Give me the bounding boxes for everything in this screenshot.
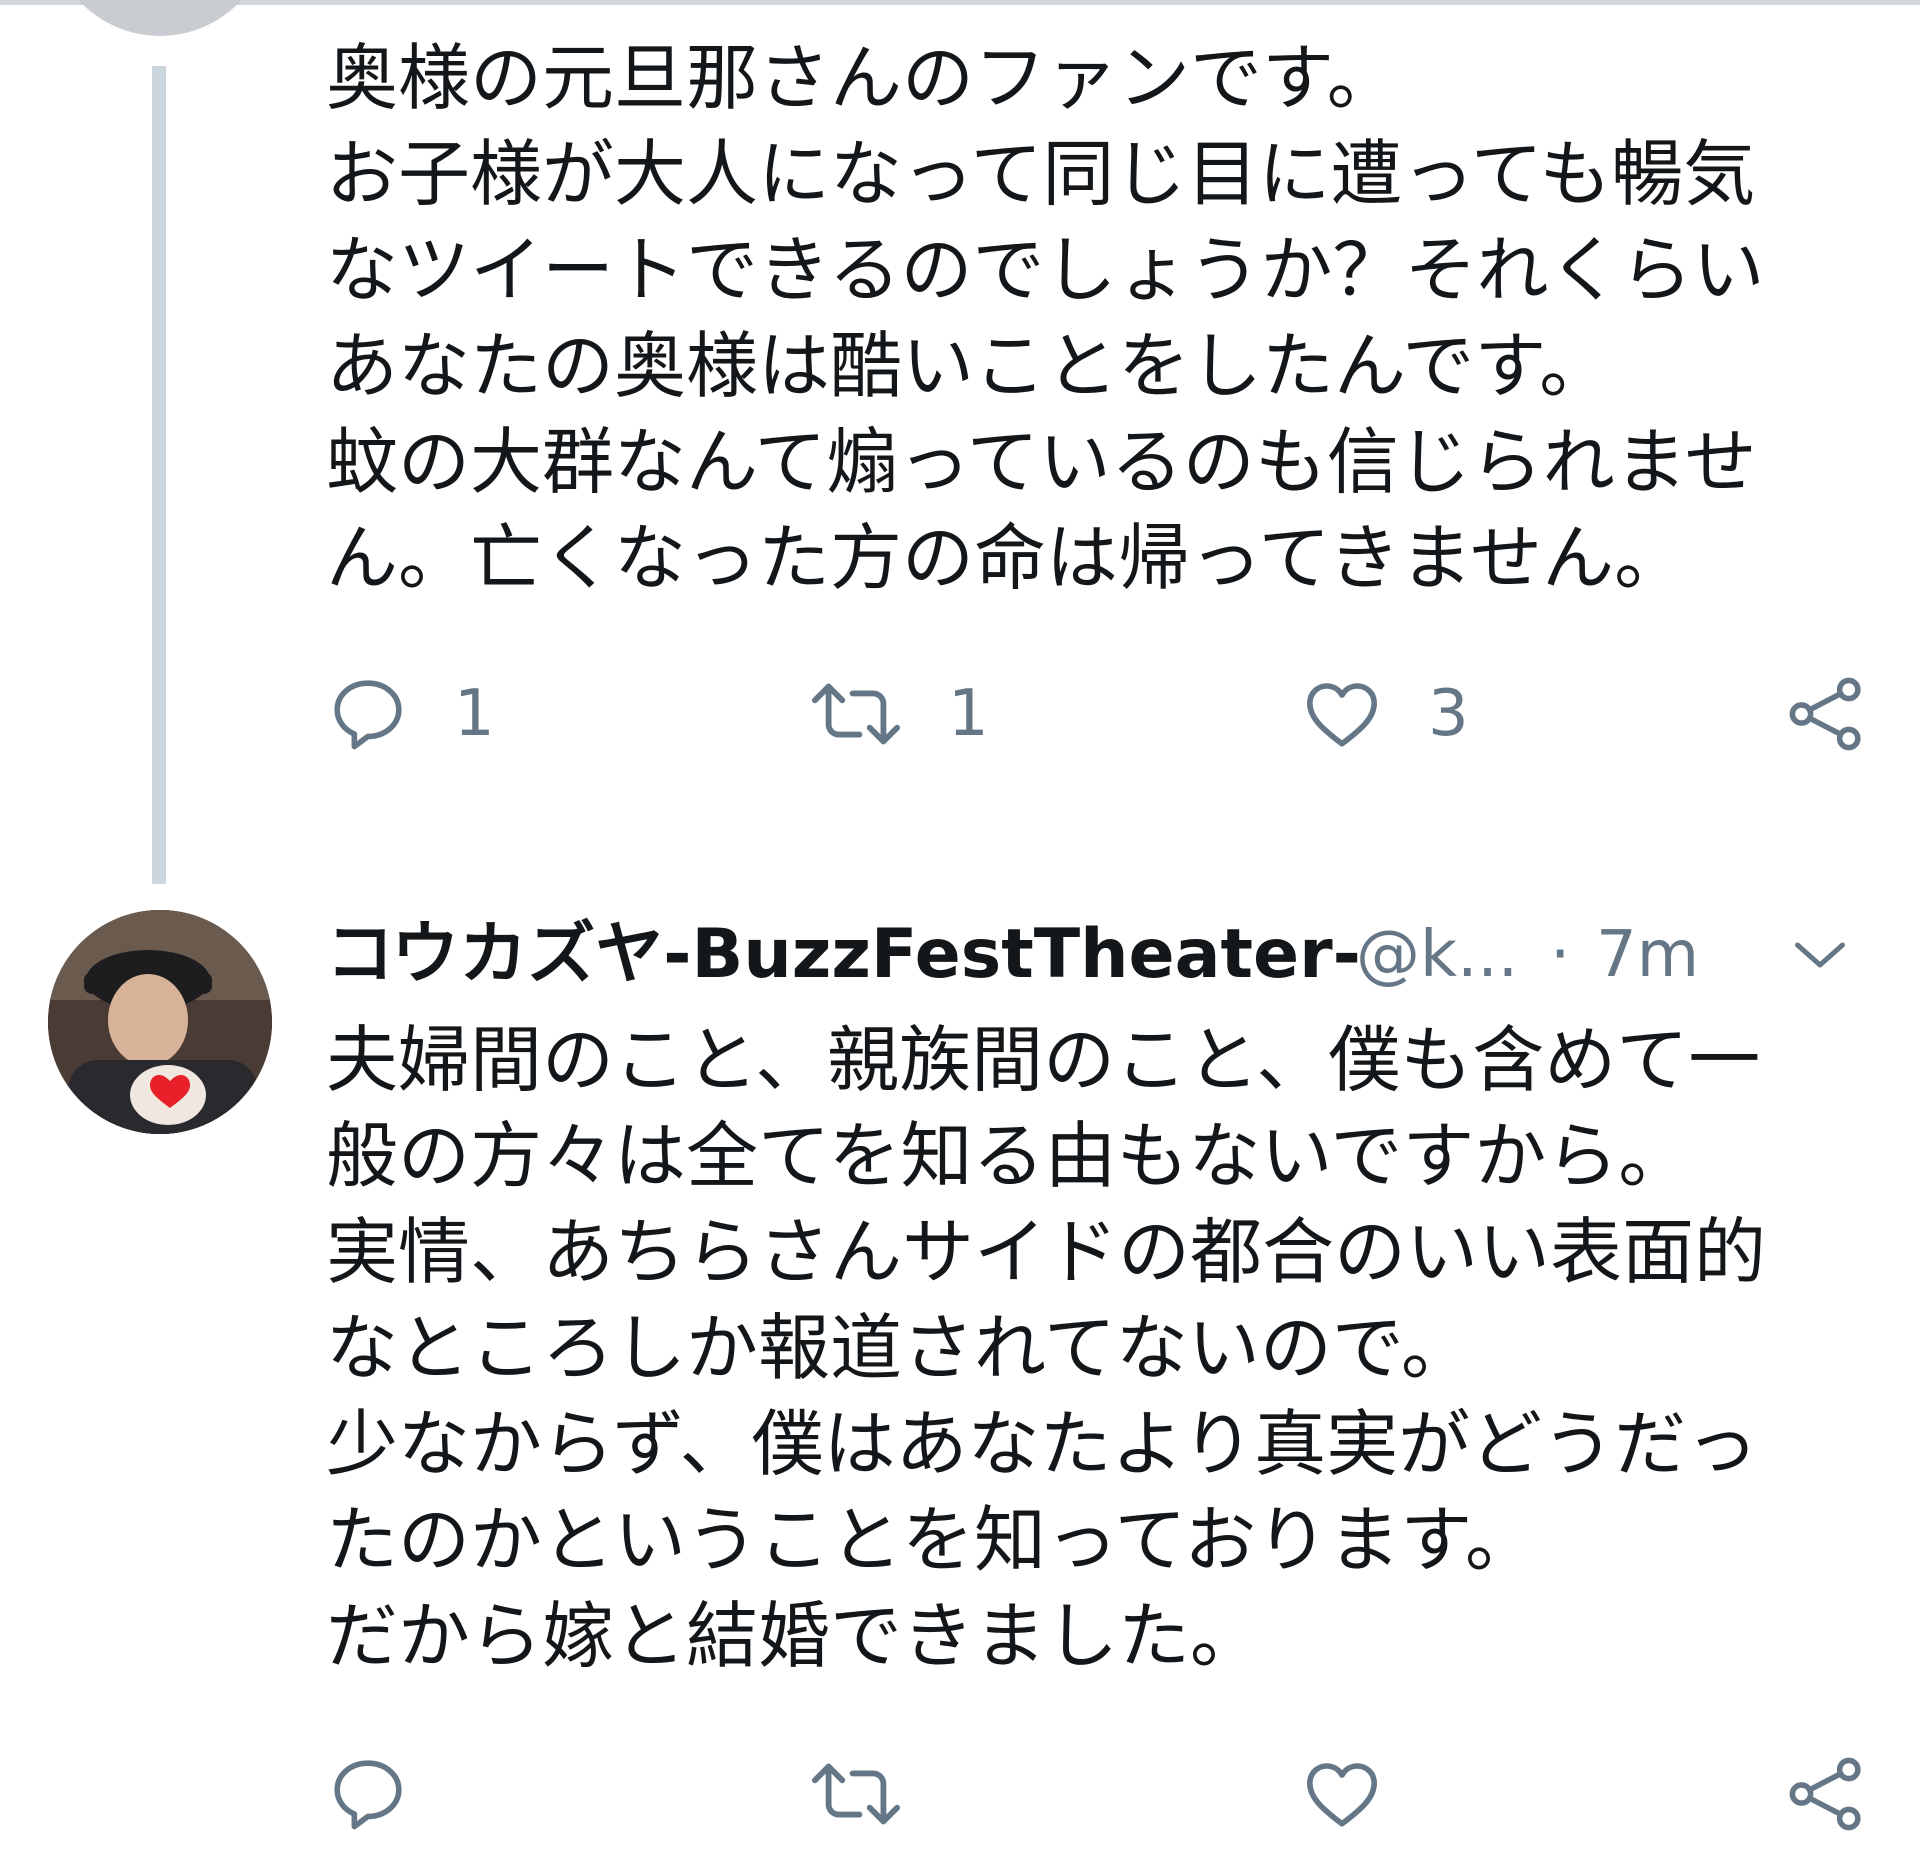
author-handle[interactable]: @k... [1356,900,1518,1010]
tweet-2-line: なところしか報道されてないので。 [326,1306,1473,1390]
tweet-2-header: コウカズヤ-BuzzFestTheater- @k... · 7m [326,900,1886,1010]
reply-icon [326,672,410,756]
tweet-2-line: 実情、あちらさんサイドの都合のいい表面的 [326,1210,1767,1294]
thread-connector-line [152,66,166,884]
retweet-icon [808,672,904,756]
tweet-1-line: ん。亡くなった方の命は帰ってきません。 [326,516,1687,600]
reply-button[interactable] [326,1744,410,1844]
like-button[interactable] [1300,1744,1384,1844]
tweet-2-text: 夫婦間のこと、親族間のこと、僕も含めて一 般の方々は全てを知る由もないですから。… [326,1012,1866,1684]
tweet-1-actions: 1 1 3 [326,664,1866,764]
previous-tweet-avatar[interactable] [45,0,275,36]
tweet-1-line: お子様が大人になって同じ目に遭っても暢気 [326,132,1756,216]
tweet-timestamp[interactable]: 7m [1596,900,1699,1010]
share-button[interactable] [1784,1744,1868,1844]
tweet-2-actions [326,1744,1866,1844]
tweet-2-line: 般の方々は全てを知る由もないですから。 [326,1114,1691,1198]
reply-button[interactable]: 1 [326,664,495,764]
retweet-icon [808,1752,904,1836]
reply-count: 1 [454,677,495,751]
tweet-1-text: 奥様の元旦那さんのファンです。 お子様が大人になって同じ目に遭っても暢気 なツイ… [326,30,1866,606]
tweet-1-line: 奥様の元旦那さんのファンです。 [326,36,1399,120]
retweet-button[interactable]: 1 [808,664,989,764]
reply-icon [326,1752,410,1836]
like-button[interactable]: 3 [1300,664,1469,764]
author-avatar[interactable] [48,910,272,1134]
share-icon [1784,1752,1868,1836]
retweet-count: 1 [948,677,989,751]
like-count: 3 [1428,677,1469,751]
tweet-2-line: 少なからず、僕はあなたより真実がどうだっ [326,1402,1759,1486]
author-display-name[interactable]: コウカズヤ-BuzzFestTheater- [326,900,1361,1010]
share-button[interactable] [1784,664,1868,764]
chevron-down-icon[interactable] [1790,930,1850,980]
tweet-2-line: だから嫁と結婚できました。 [326,1594,1263,1678]
tweet-1-line: 蚊の大群なんて煽っているのも信じられませ [326,420,1757,504]
tweet-2-line: たのかということを知っております。 [326,1498,1538,1582]
heart-icon [1300,672,1384,756]
meta-separator: · [1550,918,1571,992]
tweet-2-line: 夫婦間のこと、親族間のこと、僕も含めて一 [326,1018,1761,1102]
share-icon [1784,672,1868,756]
tweet-1-line: なツイートできるのでしょうか？それくらい [326,228,1765,312]
heart-icon [1300,1752,1384,1836]
top-divider [0,0,1920,5]
retweet-button[interactable] [808,1744,904,1844]
tweet-1-line: あなたの奥様は酷いことをしたんです。 [326,324,1612,408]
